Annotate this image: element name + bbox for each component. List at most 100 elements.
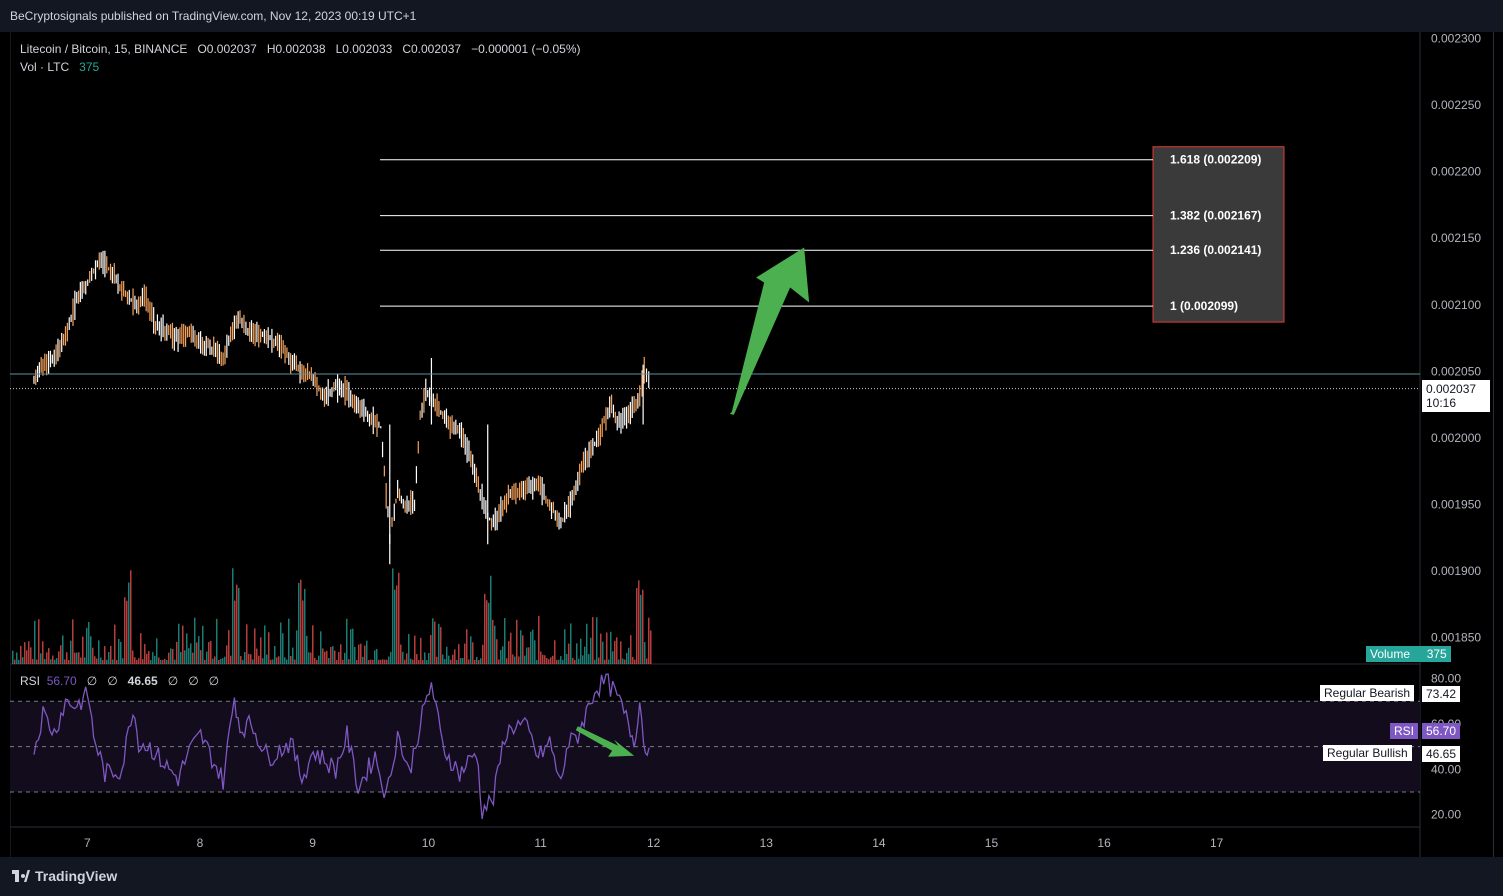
volume-bar bbox=[332, 646, 334, 664]
volume-bar bbox=[16, 652, 18, 664]
volume-bar bbox=[258, 655, 260, 664]
volume-bar bbox=[280, 622, 282, 664]
volume-bar bbox=[470, 636, 472, 664]
volume-bar bbox=[644, 642, 646, 664]
volume-bar bbox=[32, 659, 34, 664]
volume-bar bbox=[460, 658, 462, 664]
volume-bar bbox=[204, 659, 206, 664]
volume-bar bbox=[368, 659, 370, 664]
volume-bar bbox=[210, 640, 212, 664]
volume-bar bbox=[500, 649, 502, 664]
volume-bar bbox=[430, 634, 432, 664]
rsi-legend-label[interactable]: RSI bbox=[20, 674, 40, 688]
volume-bar bbox=[404, 659, 406, 664]
volume-bar bbox=[492, 619, 494, 664]
rsi-axis-label: RSI bbox=[1390, 723, 1419, 739]
volume-bar bbox=[254, 628, 256, 664]
volume-legend-label[interactable]: Vol · LTC bbox=[20, 60, 69, 74]
volume-bar bbox=[134, 657, 136, 664]
volume-bar bbox=[382, 659, 384, 664]
volume-bar bbox=[388, 656, 390, 664]
volume-bar bbox=[330, 646, 332, 664]
volume-bar bbox=[416, 654, 418, 664]
volume-bar bbox=[328, 658, 330, 664]
volume-bar bbox=[584, 646, 586, 664]
volume-bar bbox=[38, 619, 40, 664]
fib-level-label: 1.618 (0.002209) bbox=[1170, 153, 1261, 167]
volume-bar bbox=[616, 637, 618, 664]
volume-bar bbox=[498, 659, 500, 664]
volume-bar bbox=[456, 659, 458, 664]
volume-bar bbox=[562, 659, 564, 664]
volume-bar bbox=[338, 651, 340, 664]
volume-bar bbox=[466, 629, 468, 664]
volume-bar bbox=[600, 633, 602, 664]
volume-bar bbox=[506, 658, 508, 664]
symbol-title[interactable]: Litecoin / Bitcoin, 15, BINANCE bbox=[20, 42, 187, 56]
volume-bar bbox=[336, 660, 338, 664]
volume-bar bbox=[530, 631, 532, 664]
volume-bar bbox=[262, 658, 264, 664]
volume-bar bbox=[256, 648, 258, 664]
volume-bar bbox=[342, 659, 344, 664]
volume-bar bbox=[570, 623, 572, 664]
volume-bar bbox=[236, 584, 238, 664]
price-axis-tick: 0.002250 bbox=[1431, 98, 1481, 112]
volume-bar bbox=[72, 619, 74, 664]
volume-bar bbox=[44, 659, 46, 664]
volume-bar bbox=[326, 650, 328, 664]
volume-bar bbox=[218, 659, 220, 664]
volume-bar bbox=[398, 572, 400, 664]
volume-bar bbox=[288, 618, 290, 664]
volume-bar bbox=[550, 657, 552, 664]
volume-bar bbox=[242, 659, 244, 664]
regular-bullish-value: 46.65 bbox=[1422, 746, 1461, 762]
volume-bar bbox=[612, 651, 614, 664]
volume-bar bbox=[546, 658, 548, 664]
volume-legend-value: 375 bbox=[79, 60, 100, 74]
volume-bar bbox=[494, 625, 496, 664]
volume-bar bbox=[352, 628, 354, 664]
volume-bar bbox=[92, 647, 94, 664]
volume-bar bbox=[424, 652, 426, 664]
volume-bar bbox=[272, 659, 274, 664]
rsi-legend-empty-1: ∅ bbox=[86, 674, 98, 688]
volume-bar bbox=[442, 654, 444, 664]
volume-bar bbox=[478, 659, 480, 664]
volume-bar bbox=[468, 659, 470, 664]
volume-bar bbox=[150, 659, 152, 664]
volume-bar bbox=[558, 659, 560, 664]
volume-bar bbox=[226, 645, 228, 664]
volume-bar bbox=[182, 625, 184, 664]
volume-bar bbox=[86, 627, 88, 664]
volume-bar bbox=[30, 647, 32, 664]
volume-bar bbox=[192, 652, 194, 664]
volume-bar bbox=[18, 659, 20, 664]
regular-bearish-label: Regular Bearish bbox=[1320, 685, 1415, 701]
chart-frame[interactable]: 0.002300 0.002250 0.002200 0.002150 0.002100… bbox=[10, 32, 1494, 857]
time-axis-tick: 15 bbox=[985, 836, 999, 850]
volume-bar bbox=[160, 659, 162, 664]
volume-bar bbox=[634, 659, 636, 664]
volume-bar bbox=[540, 651, 542, 664]
volume-bar bbox=[214, 656, 216, 664]
volume-bar bbox=[240, 656, 242, 664]
volume-bar bbox=[444, 659, 446, 664]
price-axis-tick: 0.001900 bbox=[1431, 564, 1481, 578]
tradingview-logo[interactable]: TradingView bbox=[12, 868, 117, 884]
volume-bar bbox=[306, 635, 308, 664]
price-series bbox=[33, 250, 650, 565]
volume-bar bbox=[140, 633, 142, 664]
ohlc-open: O0.002037 bbox=[197, 42, 257, 56]
rsi-legend-value: 56.70 bbox=[46, 674, 77, 688]
last-price-tag: 0.002037 10:16 bbox=[1422, 380, 1490, 412]
ohlc-high: H0.002038 bbox=[266, 42, 326, 56]
volume-bar bbox=[356, 659, 358, 664]
volume-bar bbox=[200, 650, 202, 664]
volume-bar bbox=[56, 658, 58, 664]
volume-bar bbox=[602, 641, 604, 664]
volume-bar bbox=[426, 659, 428, 664]
volume-bar bbox=[250, 654, 252, 664]
chart-canvas[interactable]: 0.002300 0.002250 0.002200 0.002150 0.002100… bbox=[10, 32, 1493, 857]
price-axis-tick: 0.002150 bbox=[1431, 231, 1481, 245]
